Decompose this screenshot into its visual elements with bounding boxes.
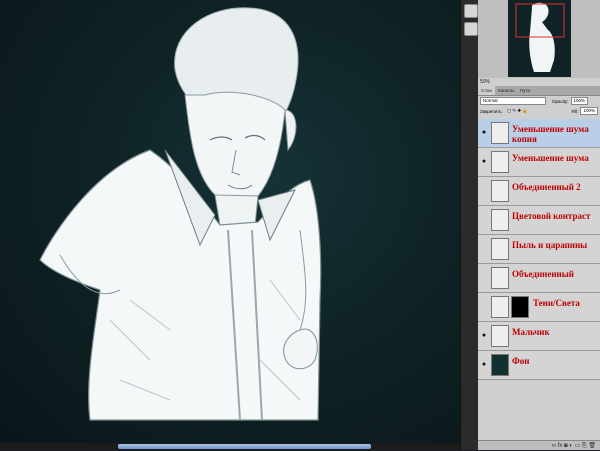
- lock-row: Закрепить: ▢ ✎ ✚ 🔒 Fill: 100%: [478, 106, 600, 116]
- layer-thumbnail: [491, 238, 509, 260]
- eye-icon[interactable]: ●: [480, 361, 488, 369]
- layer-name: Цветовой контраст: [512, 211, 591, 221]
- layer-name: Уменьшение шума: [512, 153, 589, 163]
- layer-name: Фон: [512, 356, 530, 366]
- tab-layers[interactable]: Слои: [478, 86, 495, 95]
- tab-paths[interactable]: Пути: [517, 86, 533, 95]
- eye-icon[interactable]: ●: [480, 187, 488, 195]
- navigator-thumbnail[interactable]: [508, 0, 571, 77]
- scrollbar-thumb[interactable]: [118, 444, 371, 449]
- tab-channels[interactable]: Каналы: [495, 86, 517, 95]
- eye-icon[interactable]: ●: [480, 303, 488, 311]
- history-icon[interactable]: [464, 4, 478, 18]
- layer-row[interactable]: ● Цветовой контраст: [478, 206, 600, 235]
- lock-icons[interactable]: ▢ ✎ ✚ 🔒: [507, 108, 528, 114]
- horizontal-scrollbar[interactable]: [0, 443, 460, 450]
- actions-icon[interactable]: [464, 22, 478, 36]
- layers-panel: Слои Каналы Пути Normal Opacity: 100% За…: [478, 86, 600, 450]
- eye-icon[interactable]: ●: [480, 129, 488, 137]
- layers-bottom-bar[interactable]: ∞ fx ◙ ◐ ▭ ⎘ 🗑: [478, 440, 600, 450]
- blend-row: Normal Opacity: 100%: [478, 96, 600, 106]
- document-canvas[interactable]: [0, 0, 460, 443]
- panel-tabs: Слои Каналы Пути: [478, 86, 600, 96]
- navigator-zoom[interactable]: 50%: [478, 78, 600, 86]
- opacity-label: Opacity:: [552, 98, 569, 104]
- blend-mode-select[interactable]: Normal: [480, 97, 546, 105]
- eye-icon[interactable]: ●: [480, 245, 488, 253]
- layer-thumbnail: [491, 296, 509, 318]
- fill-field[interactable]: 100%: [580, 107, 598, 115]
- layer-list: ● Уменьшение шума копия ● Уменьшение шум…: [478, 119, 600, 380]
- navigator-panel: 50%: [478, 0, 600, 87]
- layer-row[interactable]: ● Фон: [478, 351, 600, 380]
- eye-icon[interactable]: ●: [480, 274, 488, 282]
- layer-name: Объединенный: [512, 269, 574, 279]
- layer-thumbnail: [491, 209, 509, 231]
- layer-name: Тени/Света: [533, 298, 580, 308]
- opacity-field[interactable]: 100%: [570, 97, 589, 105]
- layer-thumbnail: [491, 180, 509, 202]
- eye-icon[interactable]: ●: [480, 158, 488, 166]
- layer-name: Объединенный 2: [512, 182, 581, 192]
- layer-row[interactable]: ● Пыль и царапины: [478, 235, 600, 264]
- layer-mask-thumbnail[interactable]: [511, 296, 529, 318]
- eye-icon[interactable]: ●: [480, 216, 488, 224]
- layer-thumbnail: [491, 325, 509, 347]
- navigator-preview: [508, 0, 571, 77]
- sketch-image: [39, 7, 322, 421]
- layer-row[interactable]: ● Объединенный: [478, 264, 600, 293]
- eye-icon[interactable]: ●: [480, 332, 488, 340]
- layer-row[interactable]: ● Мальчик: [478, 322, 600, 351]
- layer-thumbnail: [491, 354, 509, 376]
- fill-label: Fill:: [571, 108, 579, 114]
- layer-thumbnail: [491, 122, 509, 144]
- layer-row[interactable]: ● Уменьшение шума: [478, 148, 600, 177]
- layer-thumbnail: [491, 151, 509, 173]
- layer-thumbnail: [491, 267, 509, 289]
- layer-row[interactable]: ● Уменьшение шума копия: [478, 119, 600, 148]
- layer-name: Пыль и царапины: [512, 240, 588, 250]
- layer-name: Уменьшение шума копия: [512, 124, 589, 144]
- layer-row[interactable]: ● Тени/Света: [478, 293, 600, 322]
- lock-label: Закрепить:: [480, 108, 503, 114]
- layer-name: Мальчик: [512, 327, 550, 337]
- layer-row[interactable]: ● Объединенный 2: [478, 177, 600, 206]
- panel-dock-strip: [460, 0, 479, 450]
